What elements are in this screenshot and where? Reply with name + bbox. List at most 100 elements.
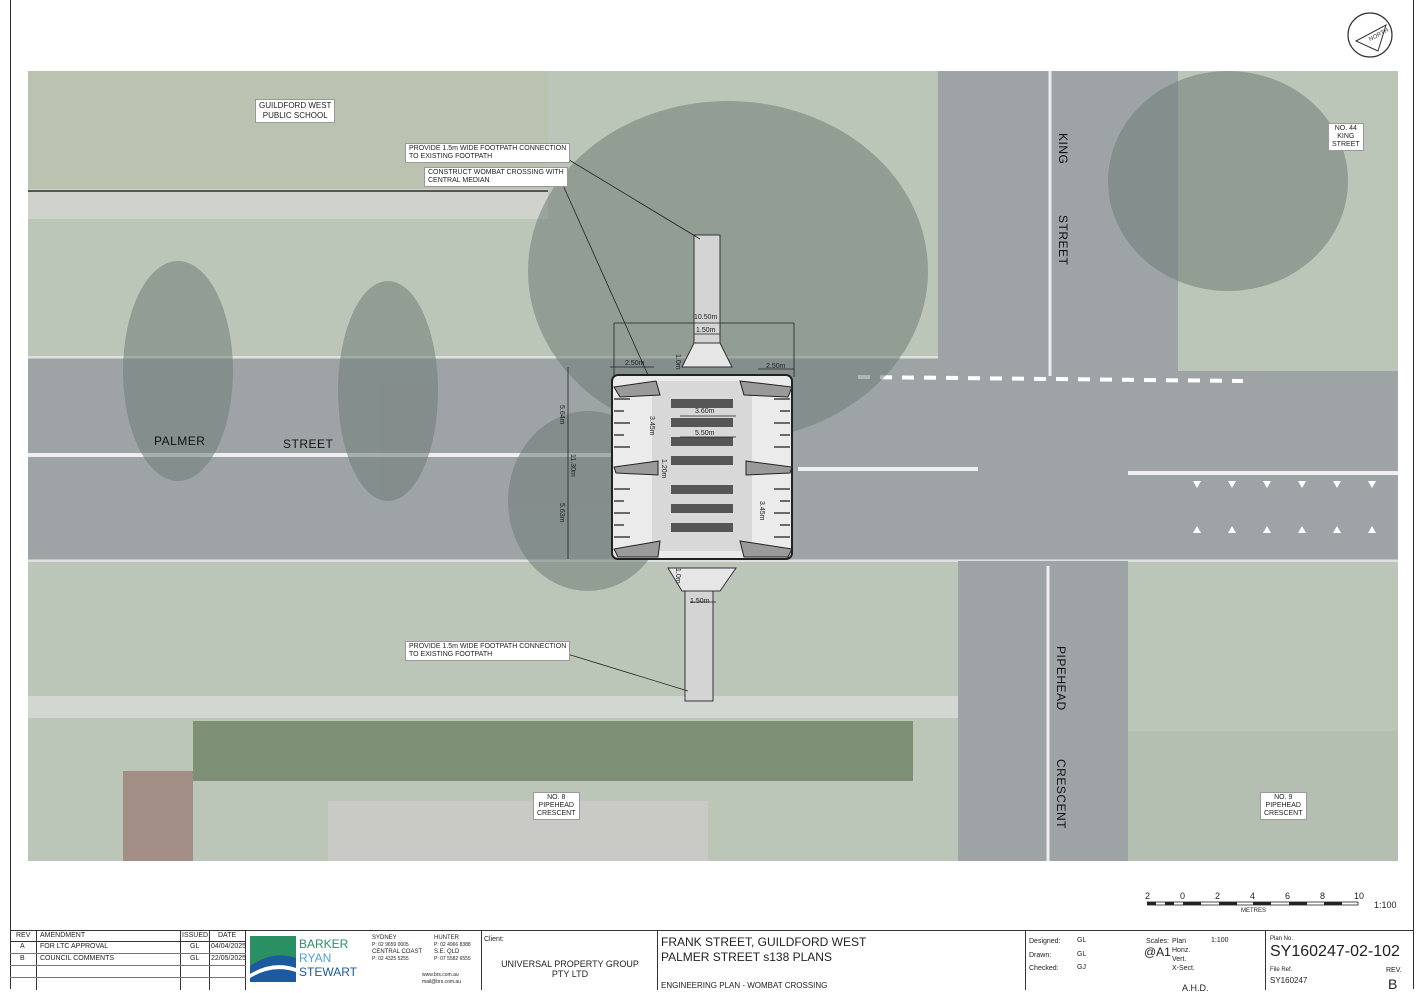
office-hunter-phone: P: 02 4966 8388 [434, 942, 471, 948]
plan-number-block: Plan No. SY160247-02-102 File Ref. SY160… [1266, 931, 1414, 992]
revision-issued: GL [190, 943, 200, 950]
checked-value: GJ [1077, 964, 1086, 971]
no9-line1: NO. 9 [1274, 794, 1293, 801]
no44-label: NO. 44 KING STREET [1328, 123, 1364, 151]
dim-crossing-b: 5.50m [695, 430, 715, 437]
office-central-coast-phone: P: 02 4325 5255 [372, 956, 409, 962]
scale-tick-0: 2 [1145, 891, 1151, 901]
scales-label: Scales: [1146, 938, 1169, 945]
rev-header: REV [16, 932, 31, 939]
revision-issued: GL [190, 955, 200, 962]
north-label: NORTH [1368, 28, 1390, 43]
street-name-king: KING [1056, 133, 1070, 165]
scale-ratio: 1:100 [1374, 900, 1397, 910]
sheet-size: @A1 [1144, 945, 1171, 959]
note-footpath-bottom-line2: TO EXISTING FOOTPATH [409, 651, 493, 658]
horiz-scale-label: Horiz. [1172, 947, 1191, 954]
scale-tick-3: 4 [1250, 891, 1256, 901]
office-sydney-phone: P: 02 9659 0005 [372, 942, 409, 948]
dim-width-total: 10.50m [694, 314, 718, 321]
plan-scale-label: Plan [1172, 938, 1187, 945]
revision-date: 22/05/2025 [211, 955, 247, 962]
street-name-street: STREET [283, 437, 334, 451]
dim-flare-bottom: 1.0m [674, 568, 681, 584]
scale-tick-6: 10 [1354, 891, 1365, 901]
revision-rev: A [20, 943, 25, 950]
north-arrow: NORTH [1346, 11, 1394, 59]
no8-line2: PIPEHEAD [538, 802, 574, 809]
school-label: GUILDFORD WEST PUBLIC SCHOOL [255, 99, 336, 123]
no8-line3: CRESCENT [537, 810, 576, 817]
no9-line2: PIPEHEAD [1265, 802, 1301, 809]
note-footpath-top: PROVIDE 1.5m WIDE FOOTPATH CONNECTION TO… [405, 143, 571, 163]
no8-label: NO. 8 PIPEHEAD CRESCENT [533, 792, 580, 820]
issued-header: ISSUED [182, 932, 209, 939]
xsect-scale-label: X-Sect. [1172, 965, 1195, 972]
rev-value: B [1388, 976, 1398, 992]
dim-vert-bottom: 5.63m [558, 503, 565, 523]
plan-no-label: Plan No. [1270, 936, 1294, 942]
dim-footpath-top: 1.50m [696, 327, 716, 334]
amendment-header: AMENDMENT [40, 932, 86, 939]
dim-right-kerb: 2.50m [766, 363, 786, 370]
company-block: BARKER RYAN STEWART SYDNEY P: 02 9659 00… [246, 931, 482, 990]
no44-line2: KING [1337, 133, 1355, 140]
dim-flare-top: 1.0m [674, 354, 681, 370]
note-footpath-bottom-line1: PROVIDE 1.5m WIDE FOOTPATH CONNECTION [409, 643, 567, 650]
note-wombat-line2: CENTRAL MEDIAN [428, 177, 490, 184]
client-name-line1: UNIVERSAL PROPERTY GROUP [501, 959, 639, 969]
no8-line1: NO. 8 [547, 794, 566, 801]
scale-tick-2: 2 [1215, 891, 1221, 901]
designed-value: GL [1077, 937, 1087, 944]
company-name-stewart: STEWART [299, 965, 358, 979]
drawn-label: Drawn: [1029, 952, 1052, 959]
client-name-line2: PTY LTD [551, 969, 589, 979]
file-ref-label: File Ref. [1270, 967, 1293, 973]
no9-line3: CRESCENT [1264, 810, 1303, 817]
dim-footpath-bottom: 1.50m [690, 598, 710, 605]
revision-amendment: FOR LTC APPROVAL [40, 943, 109, 950]
dim-vert-total: 11.30m [569, 454, 576, 477]
street-name-pipehead: PIPEHEAD [1054, 646, 1068, 711]
company-email: mail@brs.com.au [422, 979, 461, 985]
dim-left-kerb: 2.50m [625, 360, 645, 367]
office-seqld: S.E. QLD [434, 949, 460, 955]
dim-vert-top: 5.64m [558, 405, 565, 425]
dim-left-a: 3.45m [648, 416, 655, 436]
scale-unit: METRES [1241, 908, 1267, 914]
vert-scale-label: Vert. [1172, 956, 1187, 963]
school-label-line2: PUBLIC SCHOOL [262, 111, 328, 120]
street-name-king-street: STREET [1056, 215, 1070, 266]
office-central-coast: CENTRAL COAST [372, 949, 423, 955]
plan-scale-value: 1:100 [1211, 937, 1229, 944]
project-block: FRANK STREET, GUILDFORD WEST PALMER STRE… [658, 931, 1026, 990]
approvals-block: Designed: GL Drawn: GL Checked: GJ Scale… [1026, 931, 1266, 993]
plan-no-value: SY160247-02-102 [1270, 943, 1400, 960]
note-footpath-bottom: PROVIDE 1.5m WIDE FOOTPATH CONNECTION TO… [405, 641, 571, 661]
revision-date: 04/04/2025 [211, 943, 247, 950]
no9-label: NO. 9 PIPEHEAD CRESCENT [1260, 792, 1307, 820]
note-footpath-top-line2: TO EXISTING FOOTPATH [409, 153, 493, 160]
company-logo-icon [250, 936, 296, 982]
revision-table: REV AMENDMENT ISSUED DATE A FOR LTC APPR… [10, 931, 246, 990]
no44-line1: NO. 44 [1334, 125, 1357, 132]
dim-crossing-a: 3.60m [695, 408, 715, 415]
designed-label: Designed: [1029, 938, 1061, 945]
client-label: Client: [484, 936, 504, 943]
company-name-barker: BARKER [299, 937, 349, 951]
aerial-plan: GUILDFORD WEST PUBLIC SCHOOL NO. 44 KING… [28, 71, 1398, 861]
drawn-value: GL [1077, 951, 1087, 958]
note-wombat: CONSTRUCT WOMBAT CROSSING WITH CENTRAL M… [424, 167, 568, 187]
dim-median: 1.20m [660, 459, 667, 479]
rev-label: REV. [1386, 967, 1402, 974]
street-name-crescent: CRESCENT [1054, 759, 1068, 830]
scale-tick-4: 6 [1285, 891, 1291, 901]
office-seqld-phone: P: 07 5582 6555 [434, 956, 471, 962]
client-block: Client: UNIVERSAL PROPERTY GROUP PTY LTD [482, 931, 658, 990]
title-block: REV AMENDMENT ISSUED DATE A FOR LTC APPR… [10, 930, 1414, 993]
project-title-line1: FRANK STREET, GUILDFORD WEST [661, 935, 867, 949]
datum-value: A.H.D. [1182, 983, 1209, 993]
street-name-palmer: PALMER [154, 434, 206, 448]
no44-line3: STREET [1332, 141, 1360, 148]
company-name-ryan: RYAN [299, 951, 332, 965]
